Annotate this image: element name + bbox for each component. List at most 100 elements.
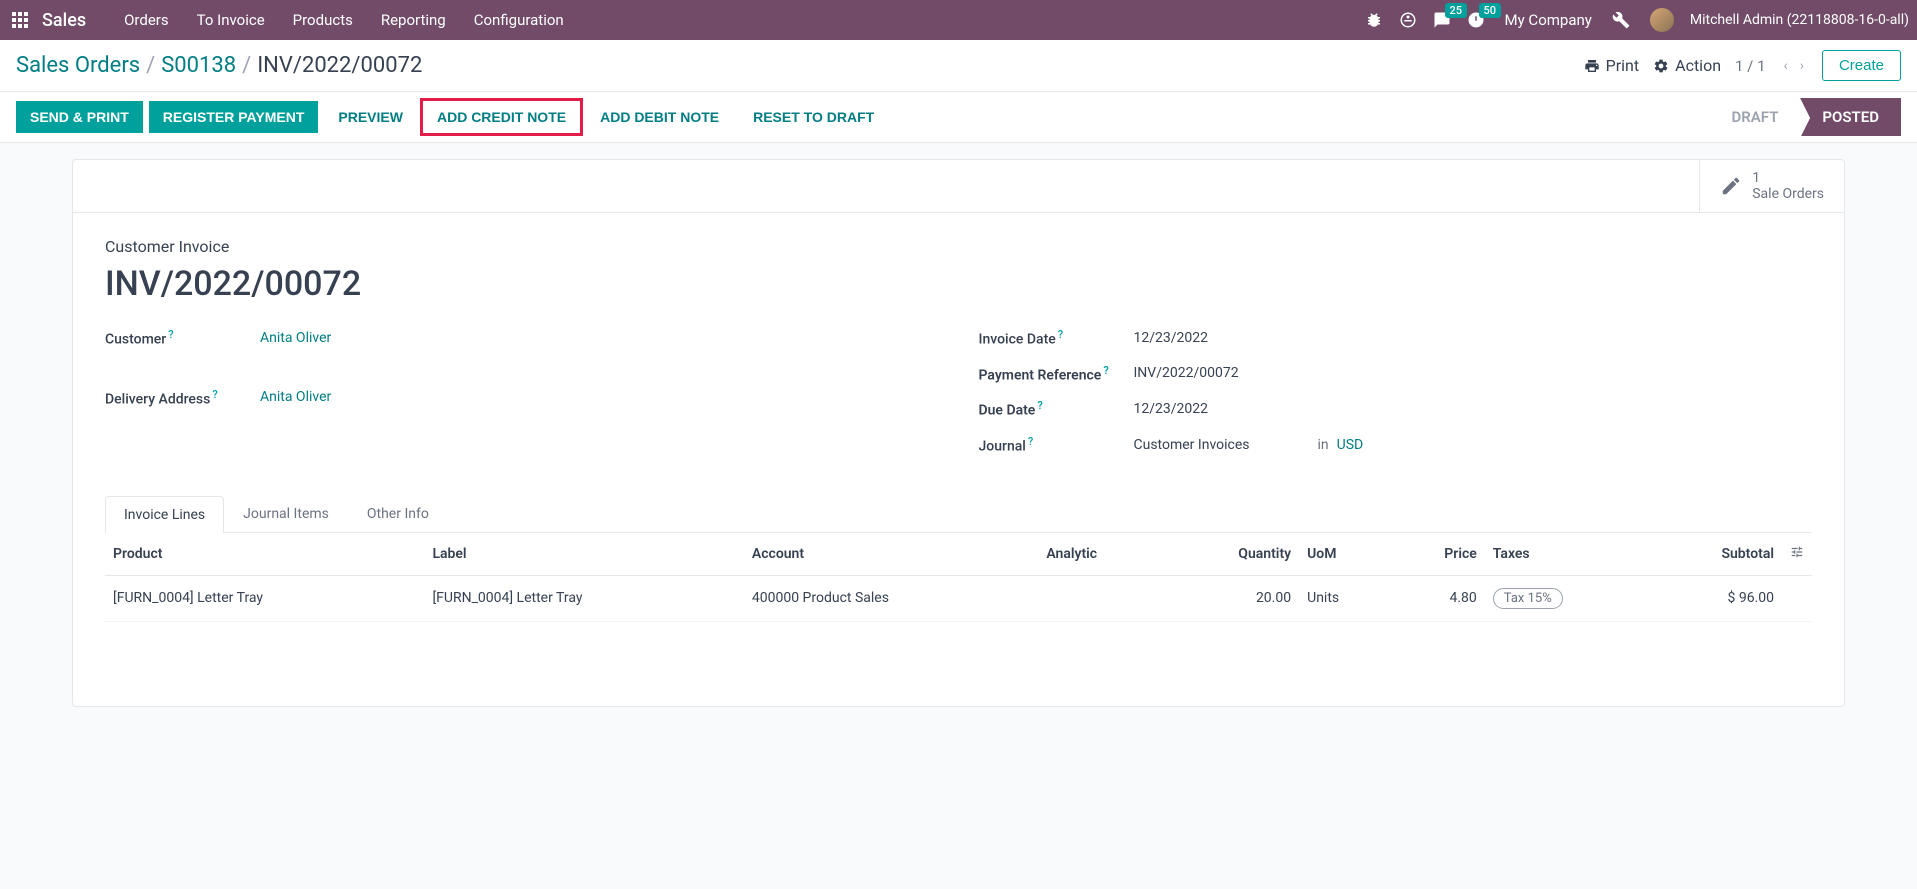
tabs: Invoice Lines Journal Items Other Info [105, 495, 1812, 533]
bc-right: Print Action 1 / 1 ‹ › Create [1584, 50, 1901, 81]
app-name[interactable]: Sales [42, 10, 86, 31]
table-row[interactable]: [FURN_0004] Letter Tray [FURN_0004] Lett… [105, 575, 1812, 621]
bc-sep: / [242, 53, 251, 78]
content: 1 Sale Orders Customer Invoice INV/2022/… [0, 143, 1917, 723]
form-two-col: Customer? Anita Oliver Delivery Address?… [105, 328, 1812, 471]
cell-options [1782, 575, 1812, 621]
reset-to-draft-button[interactable]: RESET TO DRAFT [739, 101, 888, 133]
cell-uom: Units [1299, 575, 1391, 621]
breadcrumb: Sales Orders / S00138 / INV/2022/00072 [16, 53, 422, 78]
form-subtitle: Customer Invoice [105, 237, 1812, 256]
customer-value[interactable]: Anita Oliver [260, 330, 331, 346]
register-payment-button[interactable]: REGISTER PAYMENT [149, 101, 319, 133]
company-selector[interactable]: My Company [1505, 11, 1592, 29]
pager: 1 / 1 [1735, 57, 1766, 75]
th-uom[interactable]: UoM [1299, 533, 1391, 576]
tax-pill: Tax 15% [1493, 588, 1563, 609]
apps-icon[interactable] [8, 8, 32, 32]
field-journal: Journal? Customer Invoices in USD [979, 435, 1813, 455]
in-label: in [1318, 437, 1329, 453]
journal-value: Customer Invoices [1134, 437, 1250, 453]
field-customer: Customer? Anita Oliver [105, 328, 939, 348]
help-icon[interactable]: ? [1103, 364, 1108, 377]
sale-orders-stat[interactable]: 1 Sale Orders [1699, 160, 1844, 212]
currency-value[interactable]: USD [1337, 437, 1364, 453]
add-debit-note-button[interactable]: ADD DEBIT NOTE [586, 101, 733, 133]
options-icon [1790, 545, 1804, 559]
delivery-value[interactable]: Anita Oliver [260, 389, 331, 405]
nav-orders[interactable]: Orders [110, 11, 183, 29]
nav-products[interactable]: Products [279, 11, 367, 29]
breadcrumb-row: Sales Orders / S00138 / INV/2022/00072 P… [0, 40, 1917, 92]
pager-prev-icon[interactable]: ‹ [1780, 58, 1792, 74]
action-button[interactable]: Action [1653, 56, 1721, 75]
help-icon[interactable]: ? [212, 388, 217, 401]
cell-price: 4.80 [1392, 575, 1485, 621]
form-card: 1 Sale Orders Customer Invoice INV/2022/… [72, 159, 1845, 707]
pager-next-icon[interactable]: › [1796, 58, 1808, 74]
th-product[interactable]: Product [105, 533, 424, 576]
stat-label: Sale Orders [1752, 186, 1824, 202]
delivery-label: Delivery Address? [105, 388, 260, 408]
bug-icon[interactable] [1363, 9, 1385, 31]
activities-icon[interactable]: 50 [1465, 9, 1487, 31]
nav-reporting[interactable]: Reporting [367, 11, 460, 29]
due-date-label: Due Date? [979, 399, 1134, 419]
messaging-icon[interactable]: 25 [1431, 9, 1453, 31]
bc-order[interactable]: S00138 [161, 53, 236, 78]
topbar-left: Sales Orders To Invoice Products Reporti… [8, 8, 578, 32]
print-label: Print [1606, 56, 1639, 75]
create-button[interactable]: Create [1822, 50, 1901, 81]
help-icon[interactable]: ? [1037, 399, 1042, 412]
action-row: SEND & PRINT REGISTER PAYMENT PREVIEW AD… [0, 92, 1917, 143]
status-posted[interactable]: POSTED [1800, 98, 1901, 136]
help-icon[interactable]: ? [168, 328, 173, 341]
topbar: Sales Orders To Invoice Products Reporti… [0, 0, 1917, 40]
th-quantity[interactable]: Quantity [1167, 533, 1299, 576]
cell-analytic [1038, 575, 1166, 621]
support-icon[interactable] [1397, 9, 1419, 31]
journal-label: Journal? [979, 435, 1134, 455]
th-label[interactable]: Label [424, 533, 743, 576]
invoice-lines-table: Product Label Account Analytic Quantity … [105, 533, 1812, 622]
field-due-date: Due Date? 12/23/2022 [979, 399, 1813, 419]
tab-invoice-lines[interactable]: Invoice Lines [105, 496, 224, 533]
user-name[interactable]: Mitchell Admin (22118808-16-0-all) [1690, 12, 1909, 28]
bc-sep: / [146, 53, 155, 78]
print-button[interactable]: Print [1584, 56, 1639, 75]
help-icon[interactable]: ? [1028, 435, 1033, 448]
tab-journal-items[interactable]: Journal Items [224, 495, 348, 532]
topbar-right: 25 50 My Company Mitchell Admin (2211880… [1363, 8, 1909, 32]
form-title: INV/2022/00072 [105, 264, 1812, 304]
journal-value-row: Customer Invoices in USD [1134, 437, 1364, 453]
th-taxes[interactable]: Taxes [1485, 533, 1650, 576]
status-bar: DRAFT POSTED [1709, 98, 1901, 136]
th-account[interactable]: Account [744, 533, 1038, 576]
status-draft[interactable]: DRAFT [1709, 98, 1800, 136]
help-icon[interactable]: ? [1058, 328, 1063, 341]
avatar[interactable] [1650, 8, 1674, 32]
action-label: Action [1675, 56, 1721, 75]
field-invoice-date: Invoice Date? 12/23/2022 [979, 328, 1813, 348]
th-analytic[interactable]: Analytic [1038, 533, 1166, 576]
stat-count: 1 [1752, 170, 1824, 186]
preview-button[interactable]: PREVIEW [324, 101, 417, 133]
tab-other-info[interactable]: Other Info [348, 495, 448, 532]
stat-text: 1 Sale Orders [1752, 170, 1824, 202]
cell-quantity: 20.00 [1167, 575, 1299, 621]
tools-icon[interactable] [1610, 9, 1632, 31]
nav-to-invoice[interactable]: To Invoice [183, 11, 279, 29]
cell-account: 400000 Product Sales [744, 575, 1038, 621]
bc-sales-orders[interactable]: Sales Orders [16, 53, 140, 78]
add-credit-note-button[interactable]: ADD CREDIT NOTE [423, 101, 580, 133]
payment-ref-value: INV/2022/00072 [1134, 365, 1239, 381]
pager-arrows: ‹ › [1780, 58, 1808, 74]
send-print-button[interactable]: SEND & PRINT [16, 101, 143, 133]
invoice-date-value: 12/23/2022 [1134, 330, 1209, 346]
th-price[interactable]: Price [1392, 533, 1485, 576]
th-options[interactable] [1782, 533, 1812, 576]
col-left: Customer? Anita Oliver Delivery Address?… [105, 328, 939, 471]
button-box: 1 Sale Orders [73, 160, 1844, 213]
nav-configuration[interactable]: Configuration [460, 11, 578, 29]
th-subtotal[interactable]: Subtotal [1650, 533, 1782, 576]
